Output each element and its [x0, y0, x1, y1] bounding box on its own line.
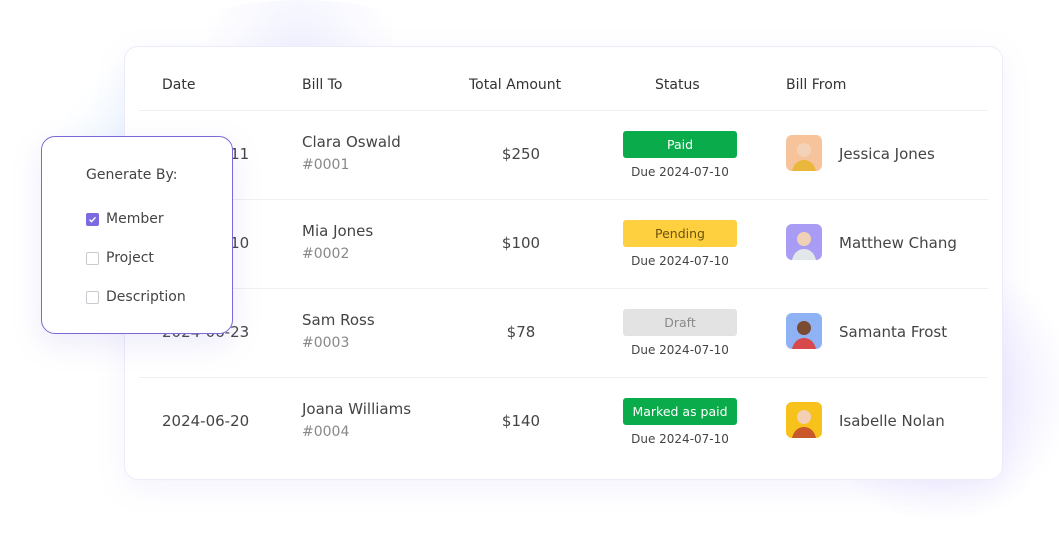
header-bill-from[interactable]: Bill From [786, 77, 846, 93]
table-header: Date Bill To Total Amount Status Bill Fr… [139, 47, 988, 111]
status-badge[interactable]: Pending [623, 220, 737, 247]
total-amount: $78 [506, 323, 536, 341]
option-member[interactable]: Member [86, 210, 164, 228]
bill-from-name: Jessica Jones [839, 145, 935, 163]
due-date: Due 2024-07-10 [631, 254, 729, 268]
bill-to-name: Sam Ross [302, 311, 375, 329]
due-date: Due 2024-07-10 [631, 432, 729, 446]
bill-to-name: Clara Oswald [302, 133, 401, 151]
invoices-table-card: Date Bill To Total Amount Status Bill Fr… [124, 46, 1003, 480]
row-date: 2024-06-20 [162, 412, 250, 430]
checkbox[interactable] [86, 251, 99, 265]
table-row[interactable]: 2024-07-10 Mia Jones #0002 $100 Pending … [139, 200, 988, 289]
header-bill-to[interactable]: Bill To [302, 77, 342, 93]
table-row[interactable]: 2024-07-11 Clara Oswald #0001 $250 Paid … [139, 111, 988, 200]
total-amount: $100 [501, 234, 541, 252]
header-date[interactable]: Date [162, 77, 195, 93]
popover-title: Generate By: [86, 167, 178, 183]
bill-to-id: #0004 [302, 424, 350, 440]
status-badge[interactable]: Draft [623, 309, 737, 336]
checkbox[interactable] [86, 212, 99, 226]
status-badge[interactable]: Marked as paid [623, 398, 737, 425]
avatar [786, 402, 822, 438]
table-row[interactable]: 2024-06-20 Joana Williams #0004 $140 Mar… [139, 378, 988, 466]
option-label: Description [106, 289, 186, 305]
status-badge[interactable]: Paid [623, 131, 737, 158]
due-date: Due 2024-07-10 [631, 343, 729, 357]
checkmark-icon [89, 216, 97, 223]
bill-to-id: #0002 [302, 246, 350, 262]
bill-to-id: #0003 [302, 335, 350, 351]
option-label: Project [106, 250, 154, 266]
table-row[interactable]: 2024-06-23 Sam Ross #0003 $78 Draft Due … [139, 289, 988, 378]
generate-by-popover: Generate By: Member Project Description [41, 136, 233, 334]
bill-to-name: Mia Jones [302, 222, 374, 240]
total-amount: $140 [501, 412, 541, 430]
due-date: Due 2024-07-10 [631, 165, 729, 179]
avatar [786, 224, 822, 260]
avatar [786, 135, 822, 171]
option-description[interactable]: Description [86, 288, 186, 306]
bill-from-name: Isabelle Nolan [839, 412, 945, 430]
bill-from-name: Samanta Frost [839, 323, 948, 341]
option-label: Member [106, 211, 164, 227]
avatar [786, 313, 822, 349]
option-project[interactable]: Project [86, 249, 154, 267]
header-total-amount[interactable]: Total Amount [469, 77, 561, 93]
bill-to-name: Joana Williams [302, 400, 412, 418]
header-status[interactable]: Status [655, 77, 700, 93]
total-amount: $250 [501, 145, 541, 163]
checkbox[interactable] [86, 290, 99, 304]
bill-from-name: Matthew Chang [839, 234, 957, 252]
bill-to-id: #0001 [302, 157, 350, 173]
